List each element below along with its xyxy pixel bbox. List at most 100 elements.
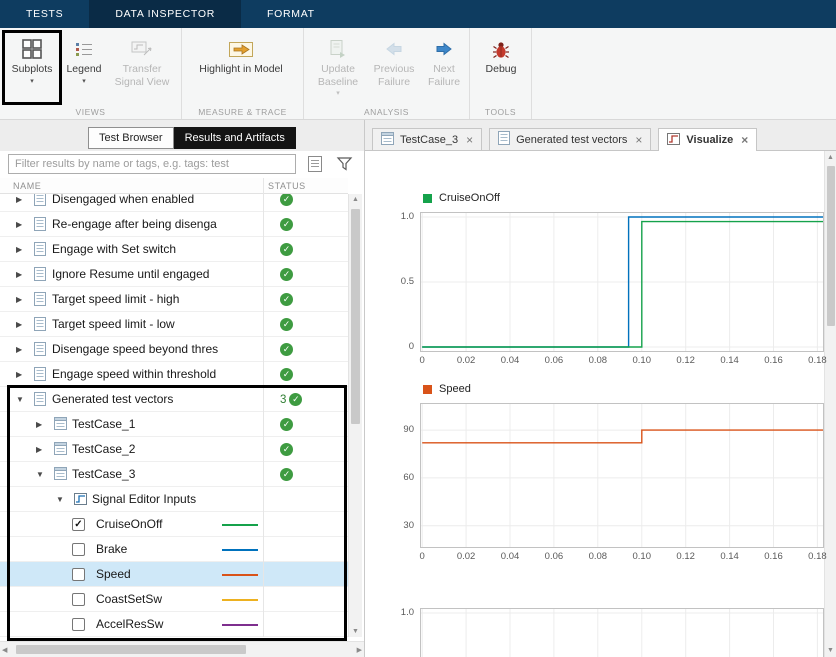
x-tick-label: 0.04 bbox=[494, 551, 526, 562]
row-label: Target speed limit - high bbox=[52, 292, 179, 306]
signal-row[interactable]: CoastSetSw bbox=[0, 587, 348, 612]
signal-visibility-checkbox[interactable] bbox=[72, 568, 85, 581]
result-row[interactable]: ▶Disengage speed beyond thres✓ bbox=[0, 337, 348, 362]
testcase-icon bbox=[54, 467, 67, 485]
result-row[interactable]: ▶TestCase_1✓ bbox=[0, 412, 348, 437]
signal-visibility-checkbox[interactable] bbox=[72, 593, 85, 606]
update-baseline-button[interactable]: Update Baseline ▾ bbox=[308, 33, 368, 105]
visualize-icon bbox=[667, 133, 680, 148]
chevron-right-icon[interactable]: ▶ bbox=[16, 245, 22, 254]
result-row[interactable]: ▶Engage with Set switch✓ bbox=[0, 237, 348, 262]
next-failure-button[interactable]: Next Failure bbox=[420, 33, 468, 105]
scroll-down-icon[interactable]: ▼ bbox=[825, 647, 836, 654]
signal-row[interactable]: Speed bbox=[0, 562, 348, 587]
doc-icon bbox=[34, 392, 46, 411]
result-row[interactable]: ▶TestCase_2✓ bbox=[0, 437, 348, 462]
scroll-right-icon[interactable]: ▶ bbox=[357, 646, 362, 654]
plot-speed[interactable] bbox=[420, 403, 824, 548]
x-tick-label: 0.18 bbox=[801, 551, 833, 562]
result-row[interactable]: ▼Generated test vectors3✓ bbox=[0, 387, 348, 412]
chevron-down-icon[interactable]: ▼ bbox=[56, 495, 64, 504]
result-row[interactable]: ▶Disengaged when enabled✓ bbox=[0, 194, 348, 212]
ribbon-tab-tests[interactable]: TESTS bbox=[0, 0, 89, 28]
scroll-up-icon[interactable]: ▲ bbox=[349, 196, 362, 203]
doc-icon bbox=[34, 194, 46, 211]
result-row[interactable]: ▶ Target speed limit - high ✓ bbox=[0, 287, 348, 312]
scrollbar-thumb[interactable] bbox=[351, 209, 360, 424]
chevron-right-icon[interactable]: ▶ bbox=[16, 220, 22, 229]
signal-color-sample bbox=[222, 524, 258, 526]
highlight-in-model-button[interactable]: Highlight in Model bbox=[196, 33, 286, 105]
signal-row[interactable]: ✓CruiseOnOff bbox=[0, 512, 348, 537]
scroll-up-icon[interactable]: ▲ bbox=[825, 154, 836, 161]
legend-button[interactable]: Legend ▾ bbox=[60, 33, 108, 105]
chevron-right-icon[interactable]: ▶ bbox=[16, 270, 22, 279]
signal-row[interactable]: Brake bbox=[0, 537, 348, 562]
subplots-button[interactable]: Subplots ▾ bbox=[4, 33, 60, 105]
status-pass-icon: ✓ bbox=[280, 194, 293, 206]
signal-color-sample bbox=[222, 624, 258, 626]
signal-visibility-checkbox[interactable] bbox=[72, 543, 85, 556]
highlight-in-model-icon bbox=[229, 35, 253, 63]
result-row[interactable]: ▶Engage speed within threshold✓ bbox=[0, 362, 348, 387]
close-tab-icon[interactable]: × bbox=[741, 134, 748, 146]
tab-results-and-artifacts[interactable]: Results and Artifacts bbox=[174, 127, 296, 149]
tab-test-browser[interactable]: Test Browser bbox=[88, 127, 174, 149]
result-row[interactable]: ▼Signal Editor Inputs bbox=[0, 487, 348, 512]
results-vertical-scrollbar[interactable]: ▲ ▼ bbox=[348, 194, 362, 637]
x-tick-label: 0.14 bbox=[714, 551, 746, 562]
status-pass-icon: ✓ bbox=[280, 218, 293, 231]
tab-generated-test-vectors[interactable]: Generated test vectors × bbox=[489, 128, 651, 150]
plot-partial-third[interactable] bbox=[420, 608, 824, 657]
filter-funnel-icon[interactable] bbox=[332, 154, 358, 174]
close-tab-icon[interactable]: × bbox=[635, 134, 642, 146]
previous-failure-label: Previous Failure bbox=[368, 63, 420, 88]
tab-testcase-3[interactable]: TestCase_3 × bbox=[372, 128, 482, 150]
y-tick-label: 1.0 bbox=[380, 211, 414, 222]
signal-visibility-checkbox[interactable]: ✓ bbox=[72, 518, 85, 531]
signal-visibility-checkbox[interactable] bbox=[72, 618, 85, 631]
result-row[interactable]: ▶Target speed limit - low✓ bbox=[0, 312, 348, 337]
doc-icon bbox=[34, 342, 46, 361]
ribbon-tab-format[interactable]: FORMAT bbox=[241, 0, 341, 28]
previous-failure-button[interactable]: Previous Failure bbox=[368, 33, 420, 105]
chevron-right-icon[interactable]: ▶ bbox=[16, 195, 22, 204]
signal-row[interactable]: AccelResSw bbox=[0, 612, 348, 637]
status-cell: ✓ bbox=[280, 443, 293, 456]
x-tick-label: 0.12 bbox=[670, 355, 702, 366]
plots-vertical-scrollbar[interactable]: ▲ ▼ bbox=[824, 151, 836, 657]
chevron-right-icon[interactable]: ▶ bbox=[36, 445, 42, 454]
result-row[interactable]: ▶Ignore Resume until engaged✓ bbox=[0, 262, 348, 287]
x-tick-label: 0.16 bbox=[758, 355, 790, 366]
row-label: Re-engage after being disenga bbox=[52, 217, 217, 231]
group-label-measure-trace: MEASURE & TRACE bbox=[182, 107, 303, 117]
chevron-right-icon[interactable]: ▶ bbox=[16, 320, 22, 329]
status-pass-count: 3 bbox=[280, 394, 286, 406]
scroll-down-icon[interactable]: ▼ bbox=[349, 628, 362, 635]
row-label: Engage speed within threshold bbox=[52, 367, 216, 381]
scrollbar-thumb[interactable] bbox=[16, 645, 246, 654]
scrollbar-thumb[interactable] bbox=[827, 166, 835, 326]
report-icon[interactable] bbox=[304, 154, 326, 174]
filter-input[interactable] bbox=[8, 154, 296, 174]
transfer-signal-view-button[interactable]: Transfer Signal View bbox=[108, 33, 176, 105]
plot-cruiseonoff[interactable] bbox=[420, 212, 824, 352]
results-horizontal-scrollbar[interactable]: ◀ ▶ bbox=[0, 641, 364, 657]
chevron-right-icon[interactable]: ▶ bbox=[36, 420, 42, 429]
chevron-right-icon[interactable]: ▶ bbox=[16, 370, 22, 379]
chevron-right-icon[interactable]: ▶ bbox=[16, 295, 22, 304]
status-cell: ✓ bbox=[280, 218, 293, 231]
status-pass-icon: ✓ bbox=[280, 418, 293, 431]
chevron-right-icon[interactable]: ▶ bbox=[16, 345, 22, 354]
result-row[interactable]: ▼TestCase_3✓ bbox=[0, 462, 348, 487]
ribbon-tab-data-inspector[interactable]: DATA INSPECTOR bbox=[89, 0, 241, 28]
scroll-left-icon[interactable]: ◀ bbox=[2, 646, 7, 654]
result-row[interactable]: ▶ Re-engage after being disenga ✓ bbox=[0, 212, 348, 237]
chevron-down-icon[interactable]: ▼ bbox=[36, 470, 44, 479]
close-tab-icon[interactable]: × bbox=[466, 134, 473, 146]
status-pass-icon: ✓ bbox=[280, 293, 293, 306]
tab-visualize[interactable]: Visualize × bbox=[658, 128, 757, 151]
chevron-down-icon[interactable]: ▼ bbox=[16, 395, 24, 404]
doc-icon bbox=[34, 292, 46, 311]
debug-button[interactable]: Debug bbox=[474, 33, 528, 105]
